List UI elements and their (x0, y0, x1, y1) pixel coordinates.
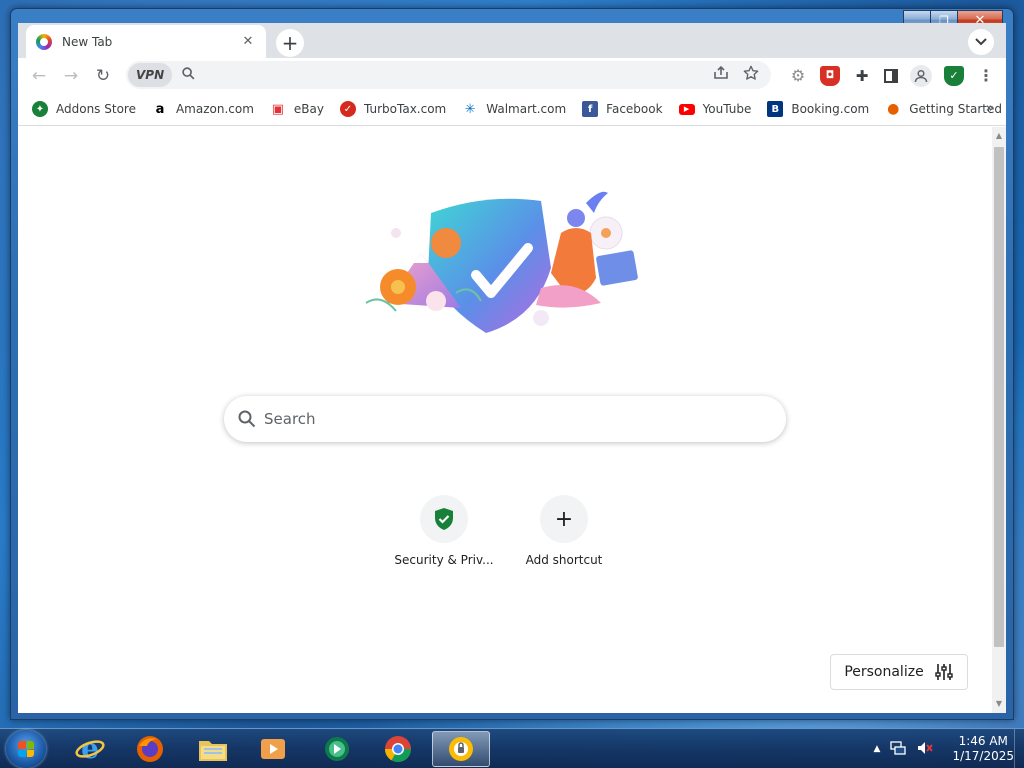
clock[interactable]: 1:46 AM 1/17/2025 (952, 734, 1014, 764)
scroll-thumb[interactable] (994, 147, 1004, 647)
browser-toolbar: ← → ↻ VPN ⚙ ◘ ✚ ✓ ⋮ (18, 58, 1006, 93)
start-button[interactable] (6, 730, 46, 768)
walmart-icon: ✳ (464, 101, 476, 117)
new-tab-page: Search Security & Priv... + Add shortcut… (18, 127, 992, 713)
search-icon (182, 66, 195, 84)
clock-date: 1/17/2025 (952, 749, 1014, 763)
show-desktop-button[interactable] (1014, 729, 1024, 768)
omnibox-actions (713, 65, 759, 85)
browser-favicon-icon (36, 33, 52, 50)
bookmark-star-icon[interactable] (743, 65, 759, 85)
bookmark-label: Booking.com (791, 102, 870, 116)
shortcut-security-privacy[interactable]: Security & Priv... (388, 495, 500, 567)
bookmark-label: eBay (293, 102, 324, 116)
scroll-down-arrow-icon[interactable]: ▼ (992, 697, 1006, 711)
sliders-icon (934, 664, 953, 680)
chrome-like-icon[interactable] (370, 731, 426, 767)
turbotax-icon: ✓ (340, 101, 356, 117)
bookmarks-overflow-icon[interactable]: » (986, 101, 994, 116)
vertical-scrollbar[interactable]: ▲ ▼ (992, 127, 1006, 713)
firefox-icon: ● (887, 101, 900, 117)
bookmark-item[interactable]: ▣ eBay (270, 101, 324, 117)
booking-icon: B (767, 101, 784, 117)
firefox-icon[interactable] (122, 731, 178, 767)
profile-avatar-icon[interactable] (910, 64, 932, 87)
red-shield-extension-icon[interactable]: ◘ (820, 65, 840, 86)
tab-search-button[interactable] (968, 29, 994, 55)
amazon-icon: a (155, 101, 165, 117)
search-box[interactable]: Search (224, 396, 786, 442)
bookmark-label: Amazon.com (175, 102, 254, 116)
bookmark-item[interactable]: ✦ Addons Store (32, 101, 136, 117)
chevron-down-icon (975, 38, 987, 46)
bookmark-item[interactable]: a Amazon.com (152, 101, 254, 117)
green-shield-check-icon (435, 508, 453, 530)
share-icon[interactable] (713, 65, 729, 84)
ebay-icon: ▣ (271, 101, 285, 117)
reload-button[interactable]: ↻ (88, 61, 118, 91)
vpn-button[interactable]: VPN (128, 63, 173, 87)
extensions-area: ⚙ ◘ ✚ ✓ ⋮ (788, 58, 996, 93)
shortcut-tile: + (540, 495, 588, 543)
side-panel-icon[interactable] (884, 68, 898, 83)
green-shield-extension-icon[interactable]: ✓ (944, 65, 964, 86)
bookmark-item[interactable]: ● Getting Started (885, 101, 1002, 117)
plus-icon: + (554, 506, 574, 532)
bookmark-item[interactable]: ▶ YouTube (678, 102, 752, 116)
shortcut-label: Add shortcut (525, 553, 603, 567)
facebook-icon: f (582, 101, 599, 117)
address-bar[interactable]: VPN (126, 61, 771, 89)
bookmark-item[interactable]: ✓ TurboTax.com (340, 101, 446, 117)
internet-explorer-icon[interactable]: e (62, 731, 118, 767)
personalize-button[interactable]: Personalize (830, 654, 968, 690)
vpn-label: VPN (136, 68, 165, 82)
security-illustration (365, 191, 638, 333)
add-shortcut-button[interactable]: + Add shortcut (508, 495, 620, 567)
bookmark-item[interactable]: B Booking.com (767, 101, 869, 117)
browser-window: ▁ ❐ ✕ New Tab ✕ + ← → ↻ VPN ⚙ ◘ ✚ ✓ ⋮ ✦ … (10, 8, 1014, 720)
bookmark-label: Walmart.com (486, 102, 567, 116)
browser-client-area: New Tab ✕ + ← → ↻ VPN ⚙ ◘ ✚ ✓ ⋮ ✦ Addons… (18, 23, 1006, 713)
vpn-browser-icon[interactable] (432, 731, 490, 767)
system-tray: ▲ 1:46 AM 1/17/2025 (874, 729, 1014, 768)
personalize-label: Personalize (844, 664, 924, 680)
tab-strip: New Tab ✕ + (18, 23, 1006, 58)
shortcut-label: Security & Priv... (394, 553, 494, 567)
bookmark-label: Facebook (606, 102, 663, 116)
bookmark-item[interactable]: ✳ Walmart.com (462, 101, 566, 117)
forward-button[interactable]: → (56, 61, 86, 91)
media-center-icon[interactable] (309, 731, 365, 767)
network-icon[interactable] (890, 740, 907, 759)
new-tab-button[interactable]: + (276, 29, 304, 57)
svg-text:e: e (81, 734, 99, 764)
back-button[interactable]: ← (24, 61, 54, 91)
search-icon (238, 410, 256, 428)
file-explorer-icon[interactable] (185, 731, 241, 767)
close-tab-icon[interactable]: ✕ (240, 34, 256, 49)
bookmark-label: TurboTax.com (364, 102, 447, 116)
windows-logo-icon (18, 741, 34, 757)
bookmarks-bar: ✦ Addons Store a Amazon.com ▣ eBay ✓ TurboTax.c… (18, 93, 1006, 126)
show-hidden-icons-arrow-icon[interactable]: ▲ (874, 744, 881, 754)
bookmark-label: Addons Store (56, 102, 136, 116)
clock-time: 1:46 AM (958, 734, 1008, 748)
tab-new-tab[interactable]: New Tab ✕ (26, 25, 266, 58)
media-player-icon[interactable] (245, 731, 301, 767)
bookmark-label: YouTube (702, 102, 752, 116)
browser-menu-icon[interactable]: ⋮ (976, 66, 996, 86)
search-placeholder: Search (264, 410, 316, 428)
bookmark-item[interactable]: f Facebook (582, 101, 663, 117)
addons-store-icon: ✦ (32, 101, 48, 117)
settings-extension-icon[interactable]: ⚙ (788, 66, 808, 86)
scroll-up-arrow-icon[interactable]: ▲ (992, 129, 1006, 143)
windows-taskbar: e ▲ 1:46 AM 1/17/2025 (0, 728, 1024, 768)
youtube-icon: ▶ (678, 103, 695, 115)
shortcut-tile (420, 495, 468, 543)
address-input[interactable] (203, 67, 713, 83)
tab-title: New Tab (62, 34, 113, 49)
extensions-puzzle-icon[interactable]: ✚ (852, 66, 872, 86)
volume-muted-icon[interactable] (916, 740, 934, 759)
